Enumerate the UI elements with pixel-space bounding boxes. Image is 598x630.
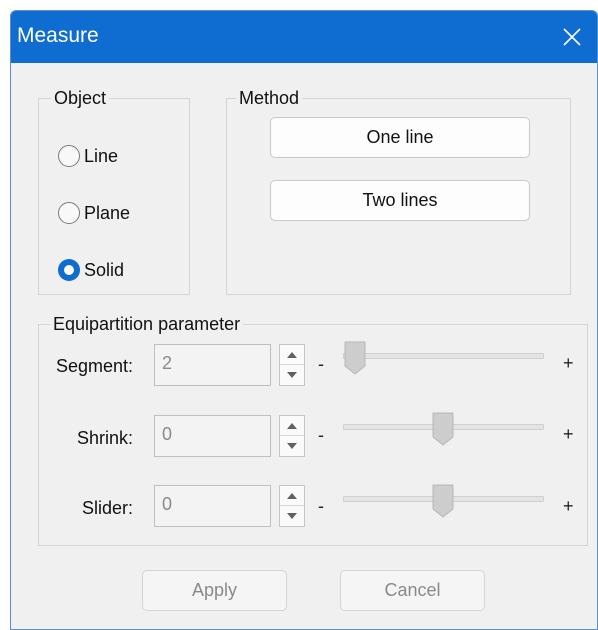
object-group-legend: Object	[51, 87, 110, 109]
segment-plus: +	[563, 353, 574, 373]
up-arrow-icon	[287, 351, 297, 358]
radio-line-label: Line	[84, 145, 119, 166]
up-arrow-icon	[287, 422, 297, 429]
shrink-input[interactable]: 0	[154, 415, 271, 457]
radio-plane-circle[interactable]	[58, 202, 80, 224]
shrink-spin-up[interactable]	[280, 416, 304, 436]
slider-plus: +	[563, 496, 574, 516]
segment-spinner[interactable]	[279, 344, 305, 386]
shrink-spinner[interactable]	[279, 415, 305, 457]
shrink-label: Shrink:	[76, 428, 133, 448]
segment-input[interactable]: 2	[154, 344, 271, 386]
segment-minus: -	[318, 354, 324, 374]
radio-plane-label: Plane	[84, 202, 131, 223]
slider-input[interactable]: 0	[154, 485, 271, 527]
radio-plane[interactable]: Plane	[58, 202, 130, 224]
title-bar[interactable]: Measure	[11, 11, 597, 63]
one-line-button[interactable]: One line	[270, 117, 530, 158]
two-lines-button[interactable]: Two lines	[270, 180, 530, 221]
segment-spin-down[interactable]	[280, 365, 304, 385]
slider-spinner[interactable]	[279, 485, 305, 527]
window-title: Measure	[17, 24, 99, 47]
radio-solid[interactable]: Solid	[58, 259, 124, 281]
up-arrow-icon	[287, 492, 297, 499]
radio-line[interactable]: Line	[58, 145, 118, 167]
shrink-plus: +	[563, 424, 574, 444]
segment-label: Segment:	[55, 356, 133, 376]
method-group-legend: Method	[236, 87, 303, 109]
radio-solid-label: Solid	[84, 259, 125, 280]
down-arrow-icon	[287, 372, 297, 378]
slider-spin-up[interactable]	[280, 486, 304, 506]
shrink-slider-thumb[interactable]	[432, 412, 454, 446]
radio-solid-circle[interactable]	[58, 259, 80, 281]
shrink-spin-down[interactable]	[280, 436, 304, 456]
slider-minus: -	[318, 496, 324, 516]
cancel-button[interactable]: Cancel	[340, 570, 485, 611]
slider-spin-down[interactable]	[280, 506, 304, 526]
segment-spin-up[interactable]	[280, 345, 304, 365]
method-group: Method One line Two lines	[226, 87, 571, 295]
slider-label: Slider:	[81, 498, 133, 518]
apply-button[interactable]: Apply	[142, 570, 287, 611]
equipartition-group-legend: Equipartition parameter	[50, 313, 244, 335]
close-button[interactable]	[547, 11, 597, 63]
slider-slider-thumb[interactable]	[432, 484, 454, 518]
down-arrow-icon	[287, 513, 297, 519]
close-icon	[563, 28, 581, 46]
measure-dialog: Measure Object Line Plane Solid Method O…	[10, 10, 598, 630]
object-group: Object Line Plane Solid	[38, 87, 190, 295]
radio-line-circle[interactable]	[58, 145, 80, 167]
segment-slider-track[interactable]	[343, 353, 544, 359]
segment-slider-thumb[interactable]	[344, 341, 366, 375]
shrink-minus: -	[318, 425, 324, 445]
down-arrow-icon	[287, 443, 297, 449]
